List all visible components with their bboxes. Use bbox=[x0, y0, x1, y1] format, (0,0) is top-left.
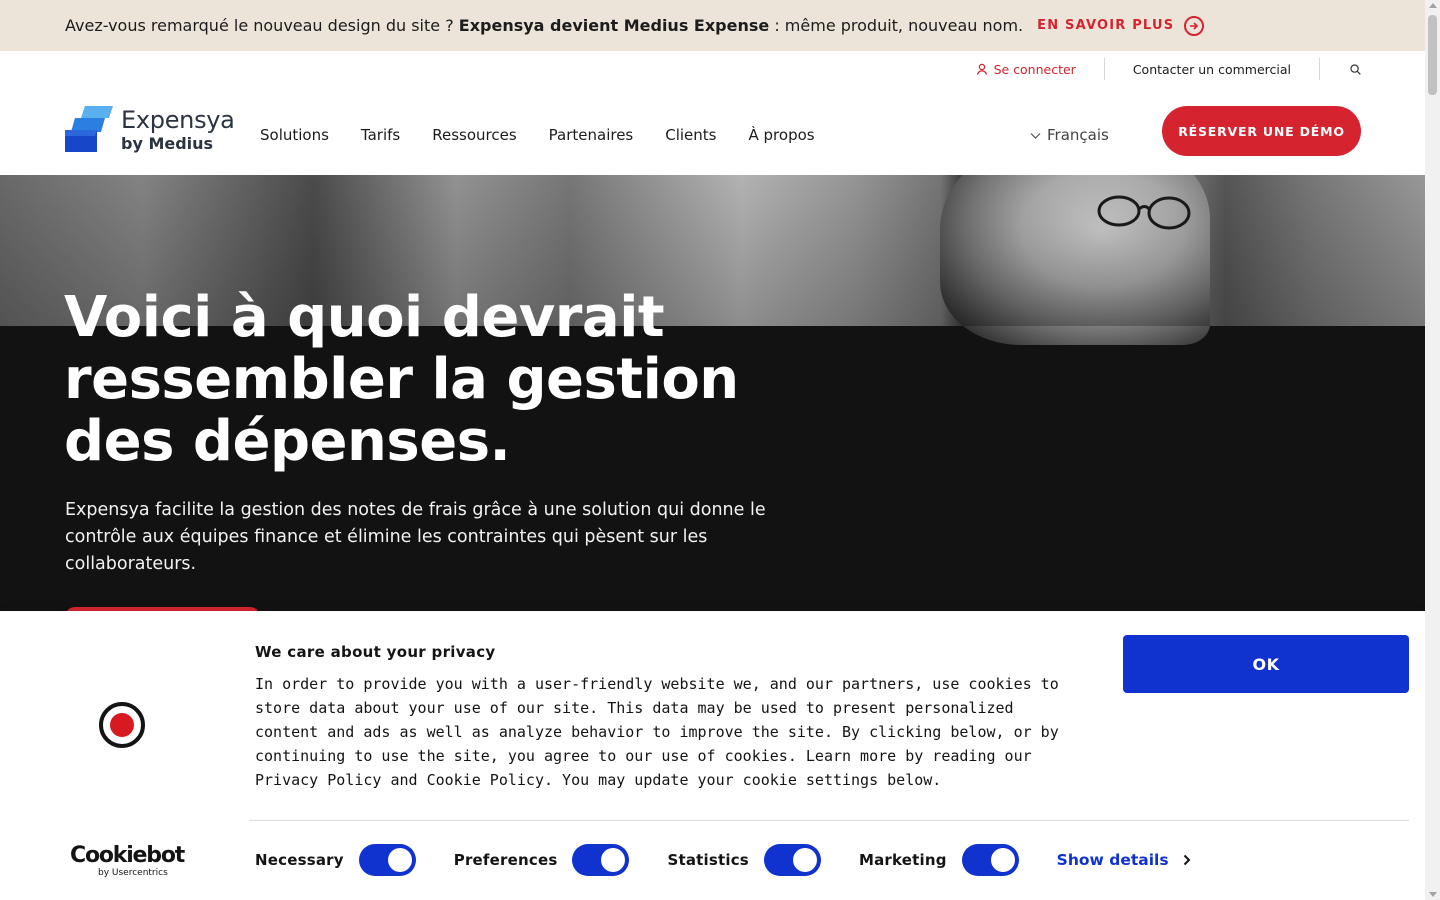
nav-item-clients[interactable]: Clients bbox=[665, 126, 716, 144]
login-label: Se connecter bbox=[993, 61, 1076, 77]
announcement-highlight: Expensya devient Medius Expense bbox=[458, 16, 770, 35]
toggle-marketing: Marketing bbox=[859, 844, 1019, 876]
cookie-title: We care about your privacy bbox=[255, 643, 496, 661]
nav-item-ressources[interactable]: Ressources bbox=[432, 126, 516, 144]
cookiebot-target-icon bbox=[99, 702, 145, 748]
book-demo-button[interactable]: RÉSERVER UNE DÉMO bbox=[1162, 106, 1361, 156]
toggle-label: Marketing bbox=[858, 851, 947, 869]
language-label: Français bbox=[1047, 126, 1109, 144]
announcement-text-end: : même produit, nouveau nom. bbox=[769, 16, 1024, 35]
cookie-banner: Cookiebot by Usercentrics We care about … bbox=[0, 611, 1425, 900]
search-button[interactable] bbox=[1320, 63, 1361, 75]
login-link[interactable]: Se connecter bbox=[976, 62, 1104, 77]
cookiebot-logo: Cookiebot by Usercentrics bbox=[70, 843, 185, 879]
cookiebot-brand-sub: by Usercentrics bbox=[98, 868, 168, 878]
nav-item-tarifs[interactable]: Tarifs bbox=[361, 126, 400, 144]
statistics-switch[interactable] bbox=[763, 844, 821, 876]
hero-title: Voici à quoi devrait ressembler la gesti… bbox=[64, 285, 739, 474]
announcement-bar: Avez-vous remarqué le nouveau design du … bbox=[0, 0, 1425, 51]
page-scrollbar[interactable] bbox=[1425, 0, 1440, 900]
nav-menu: Solutions Tarifs Ressources Partenaires … bbox=[260, 126, 815, 144]
toggle-statistics: Statistics bbox=[667, 844, 821, 876]
toggle-preferences: Preferences bbox=[454, 844, 630, 876]
logo-subname: by Medius bbox=[121, 134, 214, 153]
marketing-switch[interactable] bbox=[961, 844, 1019, 876]
logo[interactable]: Expensya by Medius bbox=[65, 106, 235, 154]
cookie-consent-toggles: Necessary Preferences Statistics Marketi… bbox=[255, 843, 1191, 877]
hero-section: Voici à quoi devrait ressembler la gesti… bbox=[0, 175, 1425, 611]
user-icon bbox=[976, 63, 987, 75]
chevron-right-icon bbox=[1183, 854, 1190, 866]
arrow-right-circle-icon bbox=[1184, 15, 1205, 36]
cookie-body: In order to provide you with a user-frie… bbox=[255, 675, 1059, 789]
nav-item-solutions[interactable]: Solutions bbox=[260, 126, 329, 144]
scroll-down-arrow-icon[interactable] bbox=[1429, 892, 1437, 897]
announcement-text: Avez-vous remarqué le nouveau design du … bbox=[65, 16, 459, 35]
logo-wordmark: Expensya by Medius bbox=[121, 106, 235, 152]
preferences-switch[interactable] bbox=[572, 844, 630, 876]
chevron-down-icon bbox=[1030, 132, 1041, 139]
switch-knob bbox=[601, 848, 626, 872]
utility-bar: Se connecter Contacter un commercial bbox=[976, 56, 1361, 82]
cookie-ok-button[interactable]: OK bbox=[1123, 635, 1409, 693]
main-nav: Expensya by Medius Solutions Tarifs Ress… bbox=[0, 82, 1425, 175]
show-details-label: Show details bbox=[1056, 851, 1169, 869]
cookiebot-brand-name: Cookiebot bbox=[70, 843, 185, 868]
switch-knob bbox=[990, 848, 1015, 872]
toggle-label: Necessary bbox=[255, 851, 344, 869]
cookie-divider bbox=[249, 820, 1409, 821]
hero-subtitle: Expensya facilite la gestion des notes d… bbox=[65, 500, 766, 574]
learn-more-label: EN SAVOIR PLUS bbox=[1037, 18, 1175, 33]
necessary-switch[interactable] bbox=[358, 844, 416, 876]
page: Avez-vous remarqué le nouveau design du … bbox=[0, 0, 1425, 900]
switch-knob bbox=[792, 848, 817, 872]
language-selector[interactable]: Français bbox=[1030, 126, 1109, 144]
show-details-link[interactable]: Show details bbox=[1057, 851, 1191, 869]
contact-sales-link[interactable]: Contacter un commercial bbox=[1105, 62, 1319, 77]
search-icon bbox=[1350, 63, 1361, 75]
logo-mark-icon bbox=[65, 106, 113, 152]
toggle-label: Statistics bbox=[667, 851, 749, 869]
nav-item-partenaires[interactable]: Partenaires bbox=[549, 126, 634, 144]
learn-more-link[interactable]: EN SAVOIR PLUS bbox=[1037, 15, 1205, 36]
nav-item-a-propos[interactable]: À propos bbox=[749, 126, 815, 144]
switch-knob bbox=[387, 848, 412, 872]
toggle-label: Preferences bbox=[453, 851, 558, 869]
scroll-up-arrow-icon[interactable] bbox=[1429, 3, 1437, 8]
toggle-necessary: Necessary bbox=[255, 844, 416, 876]
scrollbar-thumb[interactable] bbox=[1428, 15, 1437, 95]
logo-name: Expensya bbox=[121, 106, 235, 134]
